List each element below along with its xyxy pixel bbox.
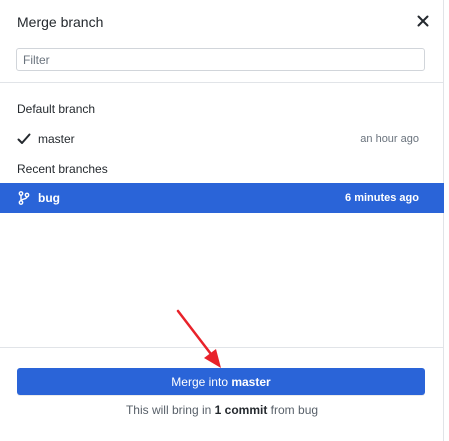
- summary-from: from: [267, 403, 299, 417]
- branch-item-bug[interactable]: bug 6 minutes ago: [0, 183, 444, 213]
- merge-branch-dialog: Merge branch Default branch master an ho…: [0, 0, 444, 441]
- check-icon: [17, 132, 31, 146]
- recent-branches-header: Recent branches: [17, 162, 108, 176]
- footer-divider: [0, 347, 443, 348]
- branch-time: an hour ago: [360, 133, 419, 145]
- summary-branch: bug: [298, 403, 319, 417]
- filter-input[interactable]: [16, 48, 425, 71]
- dialog-title: Merge branch: [17, 14, 104, 30]
- merge-summary: This will bring in 1 commit from bug: [0, 403, 444, 417]
- dialog-header: Merge branch: [0, 0, 443, 44]
- git-branch-icon: [17, 191, 31, 205]
- close-icon[interactable]: [415, 13, 431, 29]
- divider: [0, 82, 443, 83]
- branch-time: 6 minutes ago: [345, 192, 419, 204]
- merge-button[interactable]: Merge into master: [17, 368, 425, 395]
- branch-item-master[interactable]: master an hour ago: [0, 124, 444, 154]
- summary-prefix: This will bring in: [125, 403, 215, 417]
- summary-count: 1 commit: [214, 403, 268, 417]
- merge-button-prefix: Merge into: [171, 374, 232, 389]
- default-branch-header: Default branch: [17, 102, 96, 116]
- branch-name: bug: [38, 191, 60, 205]
- merge-button-target: master: [231, 374, 271, 389]
- branch-name: master: [38, 132, 75, 146]
